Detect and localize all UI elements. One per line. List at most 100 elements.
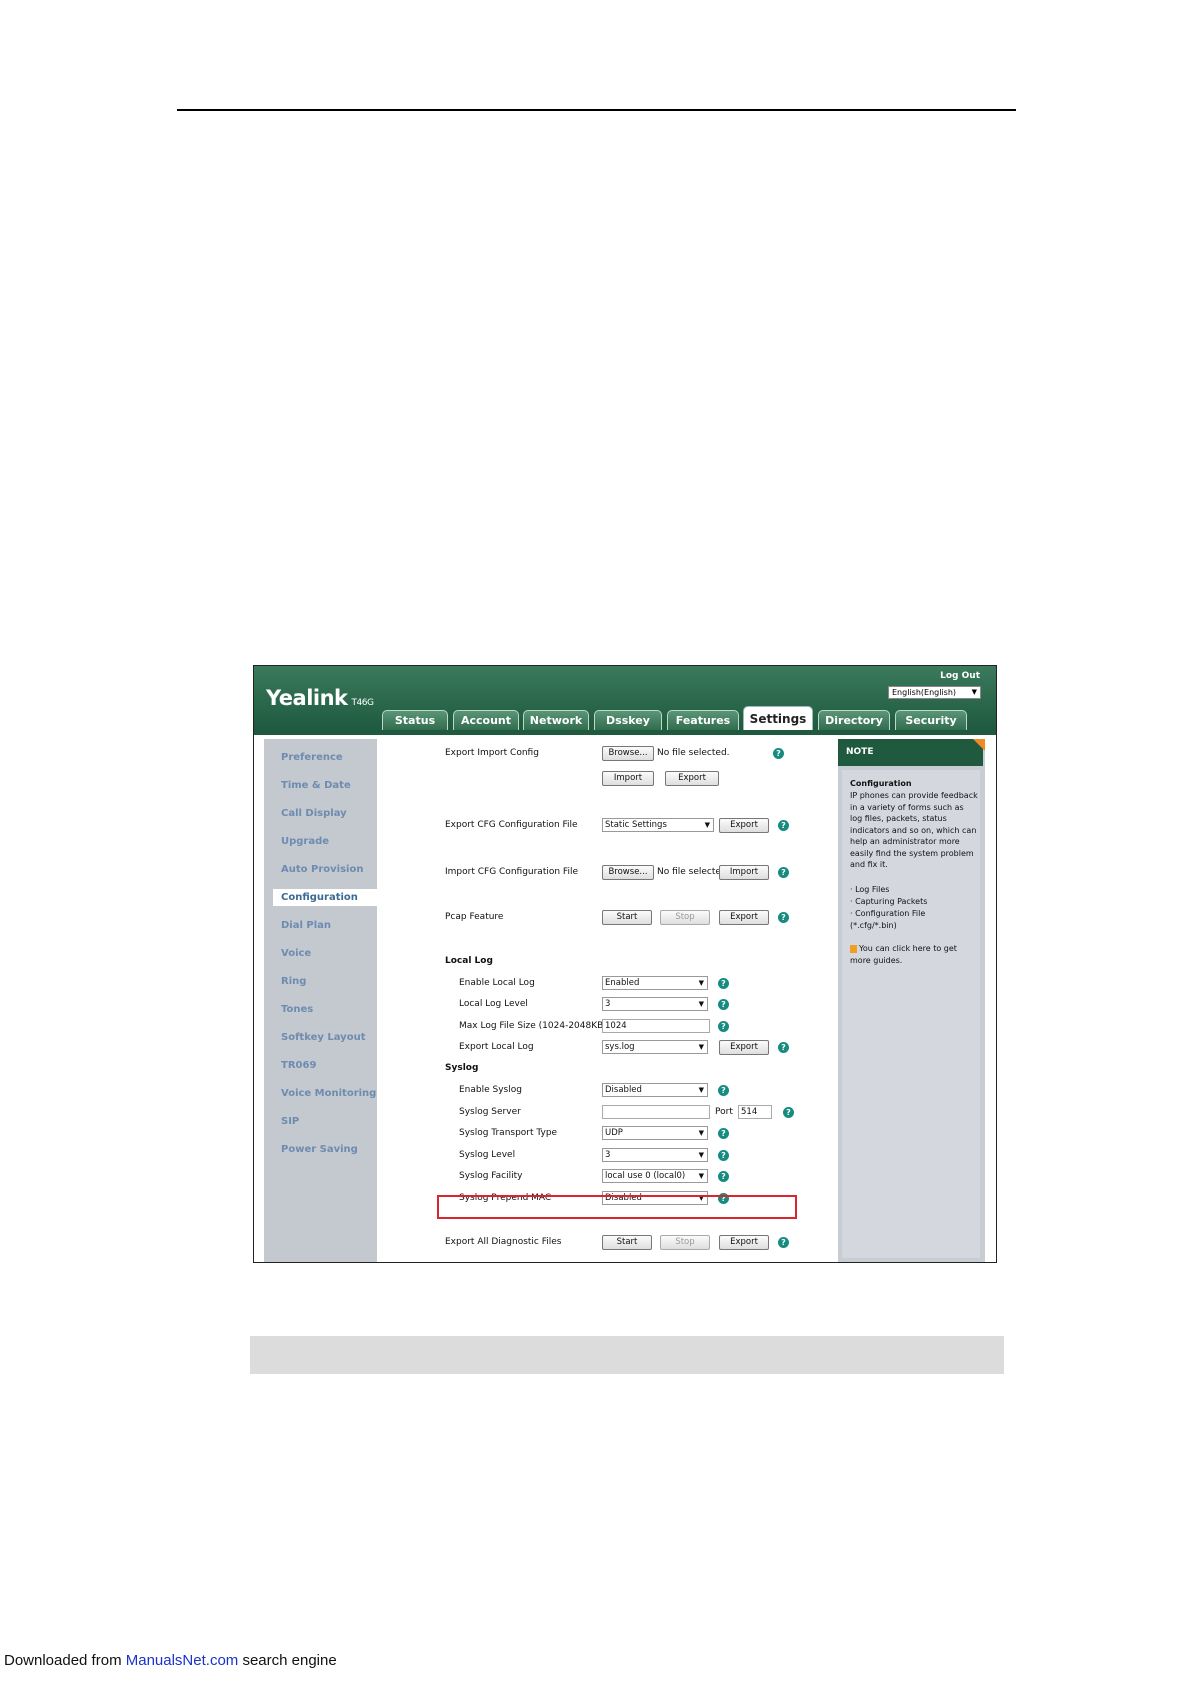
tab-underline (254, 730, 996, 735)
export-local-log-label: Export Local Log (459, 1042, 534, 1052)
max-log-size-input[interactable]: 1024 (602, 1019, 710, 1033)
sidebar-item-dial-plan[interactable]: Dial Plan (281, 920, 331, 931)
page-header-rule (177, 109, 1016, 111)
tab-directory[interactable]: Directory (818, 710, 890, 731)
help-icon[interactable]: ? (718, 999, 729, 1010)
help-icon[interactable]: ? (778, 867, 789, 878)
import-cfg-label: Import CFG Configuration File (445, 867, 578, 877)
pcap-feature-label: Pcap Feature (445, 912, 504, 922)
help-icon[interactable]: ? (718, 1021, 729, 1032)
chevron-down-icon: ▼ (704, 821, 710, 829)
sidebar-item-ring[interactable]: Ring (281, 976, 306, 987)
gray-caption-bar (250, 1336, 1004, 1374)
chevron-down-icon: ▼ (698, 1043, 704, 1051)
help-icon[interactable]: ? (783, 1107, 794, 1118)
note-description: IP phones can provide feedback in a vari… (850, 791, 978, 869)
tab-settings[interactable]: Settings (743, 706, 813, 732)
sidebar-item-time-date[interactable]: Time & Date (281, 780, 351, 791)
export-cfg-select[interactable]: Static Settings ▼ (602, 818, 714, 832)
local-log-level-select[interactable]: 3 ▼ (602, 997, 708, 1011)
web-ui-screenshot: Yealink T46G Log Out English(English) ▼ St… (253, 665, 997, 1263)
note-bullet: (*.cfg/*.bin) (850, 921, 897, 930)
language-select[interactable]: English(English) ▼ (888, 686, 981, 699)
help-icon[interactable]: ? (778, 820, 789, 831)
syslog-transport-select[interactable]: UDP ▼ (602, 1126, 708, 1140)
help-icon[interactable]: ? (773, 748, 784, 759)
note-bullet: · Log Files (850, 885, 890, 894)
export-import-config-label: Export Import Config (445, 748, 539, 758)
sidebar-item-sip[interactable]: SIP (281, 1116, 299, 1127)
help-icon[interactable]: ? (778, 1237, 789, 1248)
sidebar-item-tr069[interactable]: TR069 (281, 1060, 316, 1071)
sidebar-item-configuration[interactable]: Configuration (273, 889, 377, 906)
tab-features[interactable]: Features (667, 710, 739, 731)
local-log-level-label: Local Log Level (459, 999, 528, 1009)
diagnostic-stop-button[interactable]: Stop (660, 1235, 710, 1250)
chevron-down-icon: ▼ (698, 1000, 704, 1008)
logout-link[interactable]: Log Out (940, 671, 980, 681)
sidebar-item-tones[interactable]: Tones (281, 1004, 313, 1015)
help-icon[interactable]: ? (718, 1085, 729, 1096)
help-icon[interactable]: ? (718, 1150, 729, 1161)
sidebar-item-preference[interactable]: Preference (281, 752, 343, 763)
tab-dsskey[interactable]: Dsskey (594, 710, 662, 731)
chevron-down-icon: ▼ (698, 979, 704, 987)
help-icon[interactable]: ? (718, 978, 729, 989)
note-corner-icon (973, 739, 985, 751)
export-local-log-button[interactable]: Export (719, 1040, 769, 1055)
sidebar-item-voice-monitoring[interactable]: Voice Monitoring (281, 1088, 376, 1099)
export-local-log-select[interactable]: sys.log ▼ (602, 1040, 708, 1054)
book-icon (850, 944, 857, 953)
chevron-down-icon: ▼ (698, 1151, 704, 1159)
tab-status[interactable]: Status (382, 710, 448, 731)
browse-cfg-button[interactable]: Browse... (602, 865, 654, 880)
tab-network[interactable]: Network (523, 710, 589, 731)
pcap-stop-button[interactable]: Stop (660, 910, 710, 925)
note-body: Configuration IP phones can provide feed… (842, 770, 980, 1258)
sidebar-item-softkey-layout[interactable]: Softkey Layout (281, 1032, 365, 1043)
sidebar-item-upgrade[interactable]: Upgrade (281, 836, 329, 847)
export-cfg-button[interactable]: Export (719, 818, 769, 833)
diagnostic-highlight-box (437, 1195, 797, 1219)
enable-local-log-select[interactable]: Enabled ▼ (602, 976, 708, 990)
syslog-server-label: Syslog Server (459, 1107, 521, 1117)
note-panel: NOTE Configuration IP phones can provide… (838, 739, 985, 1262)
chevron-down-icon: ▼ (698, 1172, 704, 1180)
note-guide-link[interactable]: You can click here to get more guides. (850, 943, 978, 966)
diagnostic-start-button[interactable]: Start (602, 1235, 652, 1250)
pcap-export-button[interactable]: Export (719, 910, 769, 925)
help-icon[interactable]: ? (778, 912, 789, 923)
export-config-button[interactable]: Export (665, 771, 719, 786)
syslog-facility-label: Syslog Facility (459, 1171, 523, 1181)
tab-account[interactable]: Account (453, 710, 519, 731)
sidebar-item-power-saving[interactable]: Power Saving (281, 1144, 358, 1155)
cfg-file-status: No file selected (657, 867, 727, 877)
enable-syslog-select[interactable]: Disabled ▼ (602, 1083, 708, 1097)
export-cfg-label: Export CFG Configuration File (445, 820, 578, 830)
syslog-server-input[interactable] (602, 1105, 710, 1119)
pcap-start-button[interactable]: Start (602, 910, 652, 925)
max-log-size-label: Max Log File Size (1024-2048KB) (459, 1021, 607, 1031)
top-banner: Yealink T46G Log Out English(English) ▼ St… (254, 666, 996, 732)
note-heading: Configuration (850, 779, 912, 788)
tab-security[interactable]: Security (895, 710, 967, 731)
syslog-facility-select[interactable]: local use 0 (local0) ▼ (602, 1169, 708, 1183)
help-icon[interactable]: ? (778, 1042, 789, 1053)
syslog-level-select[interactable]: 3 ▼ (602, 1148, 708, 1162)
local-log-heading: Local Log (445, 956, 493, 966)
help-icon[interactable]: ? (718, 1128, 729, 1139)
enable-syslog-label: Enable Syslog (459, 1085, 522, 1095)
port-label: Port (715, 1107, 733, 1117)
import-config-button[interactable]: Import (602, 771, 654, 786)
sidebar-item-voice[interactable]: Voice (281, 948, 311, 959)
import-cfg-button[interactable]: Import (719, 865, 769, 880)
browse-button[interactable]: Browse... (602, 746, 654, 761)
sidebar-item-call-display[interactable]: Call Display (281, 808, 347, 819)
port-input[interactable]: 514 (738, 1105, 772, 1119)
help-icon[interactable]: ? (718, 1171, 729, 1182)
sidebar-item-auto-provision[interactable]: Auto Provision (281, 864, 363, 875)
manualsnet-link[interactable]: ManualsNet.com (126, 1652, 239, 1669)
yealink-logo: Yealink T46G (266, 686, 374, 710)
footer: Downloaded from ManualsNet.com search en… (4, 1652, 337, 1669)
diagnostic-export-button[interactable]: Export (719, 1235, 769, 1250)
